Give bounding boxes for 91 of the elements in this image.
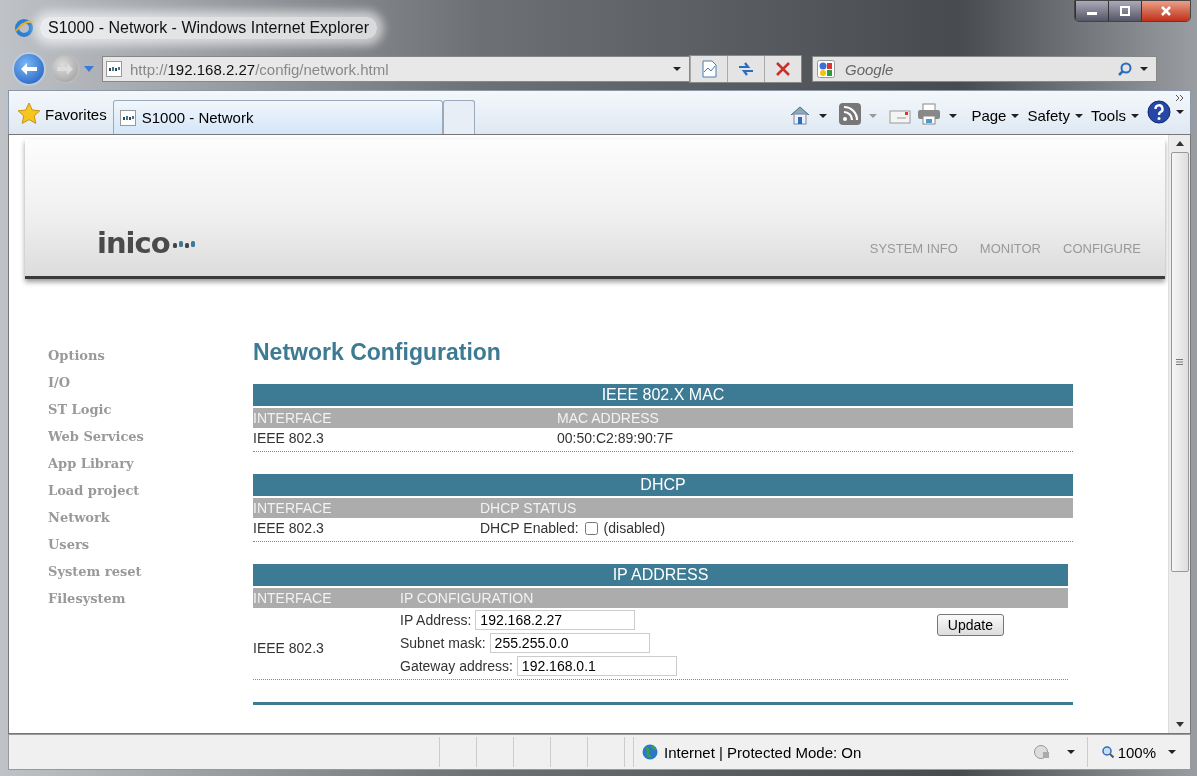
help-icon <box>1147 100 1171 124</box>
column-header: DHCP STATUS <box>480 499 578 518</box>
logo-dots-icon <box>172 240 195 250</box>
field-label: IP Address: <box>400 611 472 630</box>
caret-icon <box>1074 113 1083 118</box>
page-heading: Network Configuration <box>253 339 502 366</box>
sidebar-link[interactable]: Web Services <box>48 429 253 456</box>
address-field[interactable]: http://192.168.2.27/config/network.html <box>102 56 690 82</box>
sidebar-link[interactable]: App Library <box>48 456 253 483</box>
maximize-button[interactable] <box>1108 1 1141 21</box>
search-field[interactable]: Google <box>843 59 1110 79</box>
feed-icon[interactable] <box>839 103 862 125</box>
field-label: DHCP Enabled: <box>480 519 579 538</box>
page-icon <box>119 109 136 126</box>
sidebar-link[interactable]: Users <box>48 537 253 564</box>
sidebar-link[interactable]: Network <box>48 510 253 537</box>
security-zone-text: Internet | Protected Mode: On <box>664 743 862 761</box>
scrollbar[interactable] <box>1168 135 1190 733</box>
scroll-up-icon <box>1175 141 1184 146</box>
chevron-icon[interactable] <box>1176 95 1184 101</box>
menu-button[interactable]: Safety <box>1027 107 1083 124</box>
caret-icon[interactable] <box>1066 750 1075 754</box>
mail-icon[interactable] <box>889 109 912 125</box>
close-icon <box>1160 6 1172 16</box>
status-text: (disabled) <box>603 519 666 538</box>
minimize-button[interactable] <box>1075 1 1108 21</box>
table-cell-text: IEEE 802.3 <box>253 429 325 448</box>
scroll-thumb[interactable] <box>1170 152 1189 572</box>
stop-icon <box>775 61 791 77</box>
close-button[interactable] <box>1141 1 1190 21</box>
refresh-arrows-icon <box>737 61 755 77</box>
sidebar-link[interactable]: Options <box>48 348 253 375</box>
sidebar-link[interactable]: System reset <box>48 564 253 591</box>
section-header: DHCP <box>253 474 1073 496</box>
section-header: IEEE 802.X MAC <box>253 384 1073 406</box>
search-box[interactable]: Google <box>812 56 1157 82</box>
sidebar-link[interactable]: I/O <box>48 375 253 402</box>
table-cell-text: 00:50:C2:89:90:7F <box>557 429 674 448</box>
text-field[interactable]: 255.255.0.0 <box>489 633 650 653</box>
column-header: INTERFACE <box>253 499 333 518</box>
sidebar-link[interactable]: Load project <box>48 483 253 510</box>
caret-icon[interactable] <box>673 67 681 71</box>
browser-tab[interactable]: S1000 - Network <box>112 100 443 134</box>
menu-button[interactable]: Page <box>971 107 1020 124</box>
dhcp-checkbox[interactable] <box>584 521 598 535</box>
sidebar-link[interactable]: ST Logic <box>48 402 253 429</box>
printer-icon[interactable] <box>917 103 942 125</box>
maximize-icon <box>1119 6 1131 16</box>
column-header: INTERFACE <box>253 409 333 428</box>
menu-button[interactable]: Tools <box>1090 107 1139 124</box>
caret-icon <box>1131 113 1139 118</box>
caret-icon[interactable] <box>819 114 828 118</box>
caret-icon[interactable] <box>949 114 958 118</box>
section-header: IP ADDRESS <box>253 564 1068 586</box>
back-button[interactable] <box>12 52 46 86</box>
column-header: INTERFACE <box>253 589 333 608</box>
sidebar-link[interactable]: Filesystem <box>48 591 253 618</box>
forward-arrow-icon <box>56 62 74 76</box>
grip-icon <box>1176 359 1183 365</box>
nav-link[interactable]: MONITOR <box>979 241 1041 256</box>
magnifier-icon <box>1101 746 1114 758</box>
column-header: MAC ADDRESS <box>557 409 660 428</box>
home-icon[interactable] <box>789 105 812 125</box>
field-label: Subnet mask: <box>400 634 486 653</box>
browser-icon <box>14 18 34 38</box>
nav-link[interactable]: CONFIGURE <box>1063 241 1141 256</box>
back-arrow-icon <box>20 62 38 76</box>
update-button[interactable]: Update <box>936 614 1004 636</box>
zoom-button[interactable]: 100% <box>1086 737 1156 767</box>
search-provider-icon <box>817 60 835 78</box>
text-field[interactable]: 192.168.0.1 <box>516 656 677 676</box>
column-header: IP CONFIGURATION <box>400 589 535 608</box>
broken-page-icon <box>701 60 717 78</box>
scroll-down-icon <box>1175 722 1184 727</box>
window-title: S1000 - Network - Windows Internet Explorer <box>40 17 377 39</box>
field-label: Gateway address: <box>400 657 513 676</box>
favorites-button[interactable]: Favorites <box>17 102 107 126</box>
star-icon <box>17 102 41 126</box>
table-cell-text: IEEE 802.3 <box>253 639 325 658</box>
search-icon[interactable] <box>1118 62 1132 76</box>
text-field[interactable]: 192.168.2.27 <box>475 610 636 630</box>
caret-icon <box>1011 113 1020 118</box>
table-cell-text: IEEE 802.3 <box>253 519 325 538</box>
nav-link[interactable]: SYSTEM INFO <box>869 241 958 256</box>
caret-icon[interactable] <box>1140 67 1148 71</box>
logo: inico <box>97 228 170 258</box>
help-button[interactable] <box>1147 100 1184 124</box>
caret-icon <box>1176 110 1184 114</box>
caret-icon[interactable] <box>1168 750 1176 754</box>
page-icon <box>106 61 122 77</box>
globe-icon <box>642 744 658 760</box>
